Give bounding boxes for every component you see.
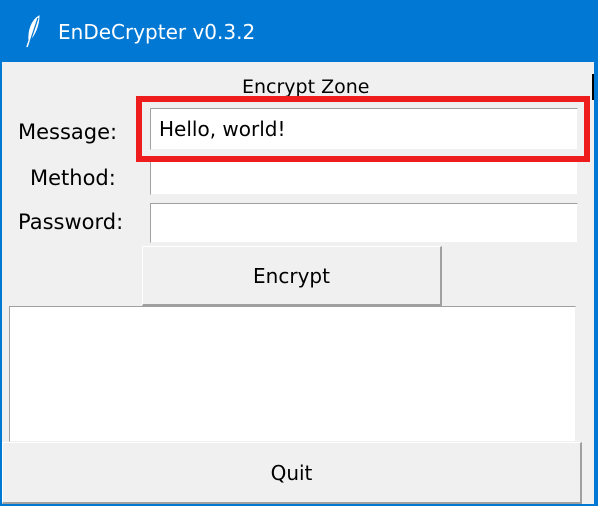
zone-title: Encrypt Zone	[242, 76, 370, 98]
encrypt-button[interactable]: Encrypt	[142, 246, 442, 306]
method-label: Method:	[30, 166, 116, 190]
app-window: EnDeCrypter v0.3.2 Encrypt Zone Message:…	[0, 0, 598, 506]
method-input[interactable]	[150, 157, 578, 195]
message-input[interactable]	[150, 108, 578, 150]
window-title: EnDeCrypter v0.3.2	[58, 20, 256, 44]
main-panel: Encrypt Zone Message: Method: Password: …	[2, 62, 594, 504]
edge-divider	[592, 74, 594, 100]
message-label: Message:	[18, 120, 118, 144]
feather-icon	[26, 14, 42, 48]
password-label: Password:	[18, 210, 124, 234]
output-textbox[interactable]	[9, 306, 576, 442]
title-bar[interactable]: EnDeCrypter v0.3.2	[0, 0, 598, 62]
password-input[interactable]	[150, 203, 578, 243]
quit-button[interactable]: Quit	[2, 442, 582, 504]
